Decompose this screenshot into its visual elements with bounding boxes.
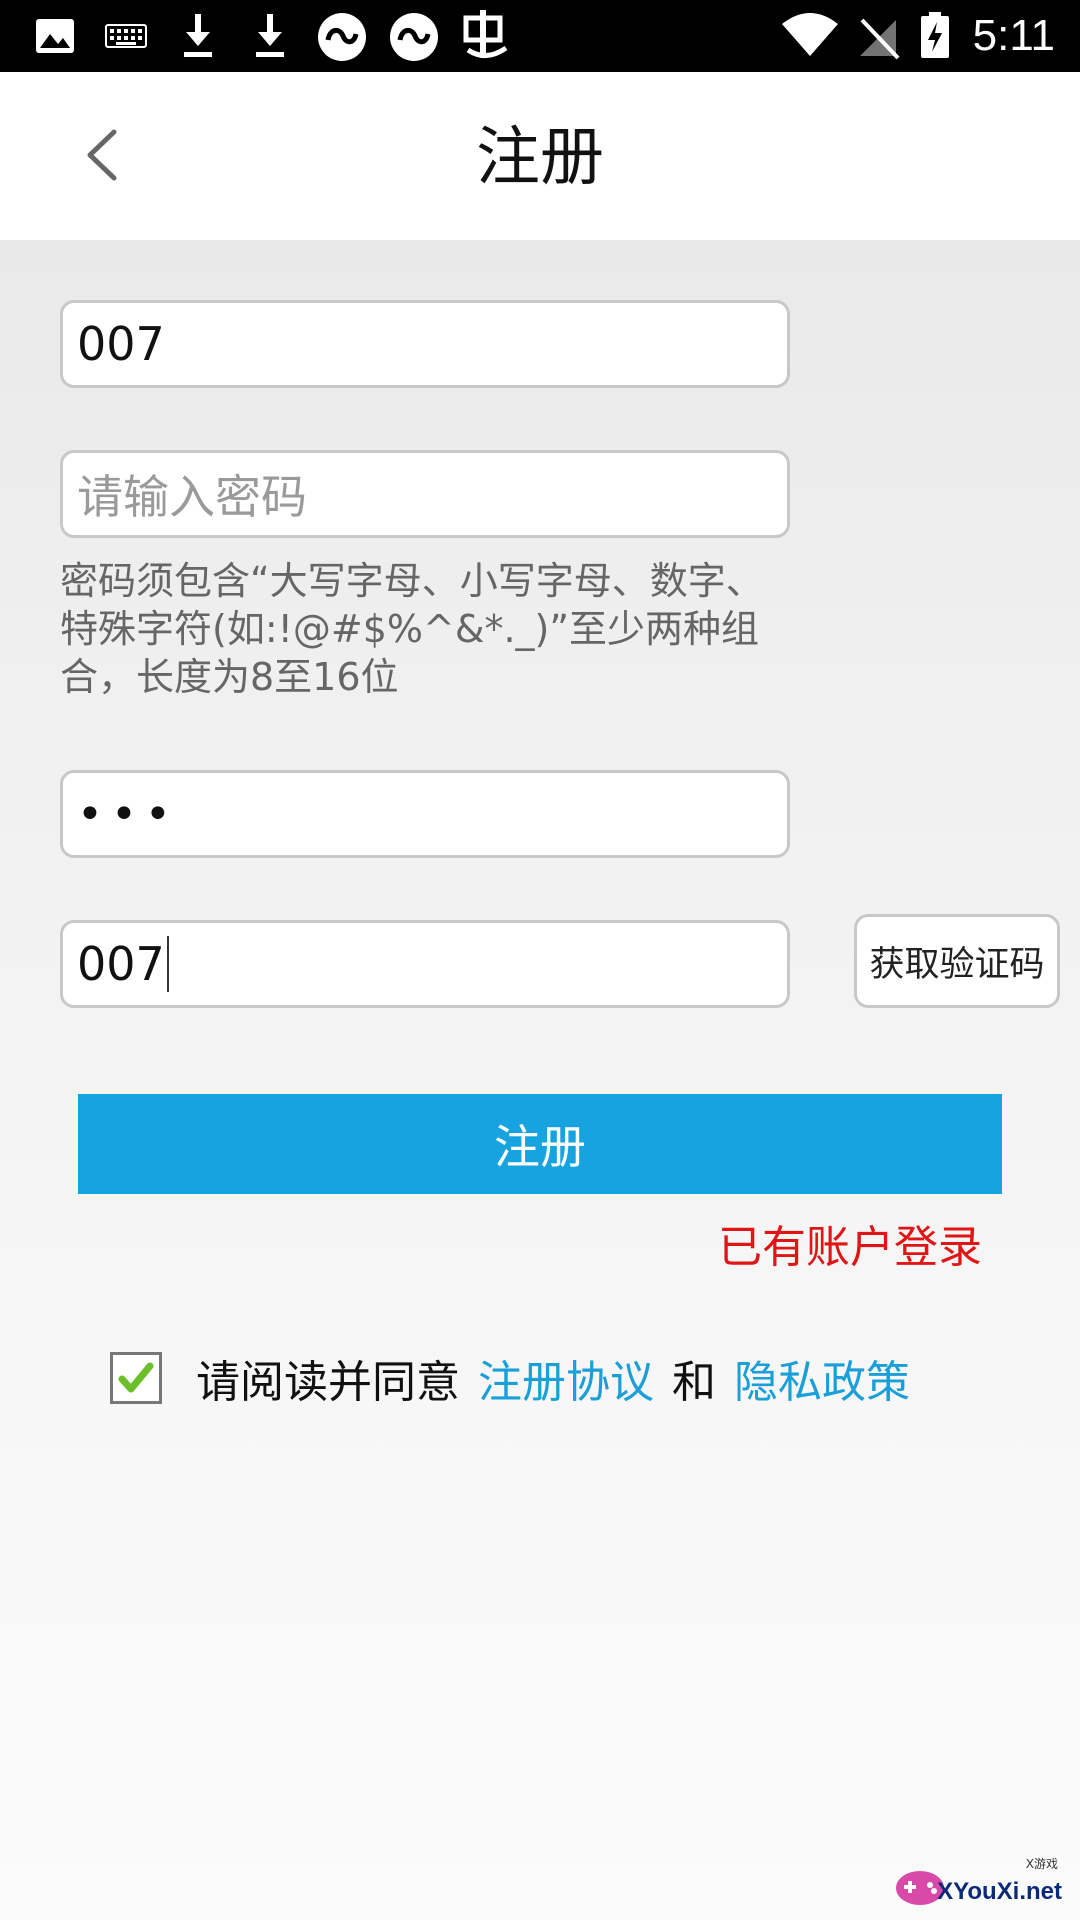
agreement-row: 请阅读并同意 注册协议 和 隐私政策 — [110, 1348, 928, 1408]
register-button[interactable]: 注册 — [78, 1094, 1002, 1194]
confirm-password-mask: ••• — [77, 788, 179, 840]
username-value: 007 — [77, 317, 165, 371]
agreement-text: 请阅读并同意 — [196, 1357, 460, 1408]
agreement-checkbox[interactable] — [110, 1352, 162, 1404]
keyboard-icon — [105, 24, 147, 48]
watermark-text: XYouXi.net — [937, 1878, 1062, 1905]
download-icon — [184, 14, 212, 57]
image-icon — [36, 19, 74, 53]
download-icon — [256, 14, 284, 57]
privacy-link[interactable]: 隐私政策 — [734, 1346, 910, 1410]
username-input[interactable]: 007 — [60, 300, 790, 388]
agreement-and: 和 — [672, 1357, 716, 1408]
app-badge-icon — [318, 13, 366, 61]
password-input[interactable]: 请输入密码 — [60, 450, 790, 538]
watermark: X游戏 XYouXi.net — [890, 1854, 1070, 1914]
password-placeholder: 请输入密码 — [77, 470, 307, 524]
wifi-icon — [782, 13, 838, 56]
title-bar: 注册 — [0, 72, 1080, 240]
status-time: 5:11 — [972, 11, 1055, 60]
status-bar: 5:11 — [0, 0, 1080, 72]
login-link[interactable]: 已有账户登录 — [718, 1218, 982, 1278]
page-title: 注册 — [476, 121, 604, 195]
terms-link[interactable]: 注册协议 — [478, 1346, 654, 1410]
verification-code-input[interactable]: 007 — [60, 920, 790, 1008]
password-hint: 密码须包含“大写字母、小写字母、数字、特殊字符(如:!@#$%^&*._)”至少… — [60, 559, 764, 699]
code-value: 007 — [77, 937, 165, 991]
app-glyph-icon — [463, 10, 508, 58]
confirm-password-input[interactable]: ••• — [60, 770, 790, 858]
app-badge-icon — [390, 13, 438, 61]
get-code-button[interactable]: 获取验证码 — [854, 914, 1060, 1008]
watermark-small-text: X游戏 — [1025, 1857, 1058, 1871]
check-icon — [118, 1362, 154, 1393]
battery-charging-icon — [921, 12, 949, 58]
no-signal-icon — [860, 18, 900, 60]
text-caret — [166, 936, 169, 992]
